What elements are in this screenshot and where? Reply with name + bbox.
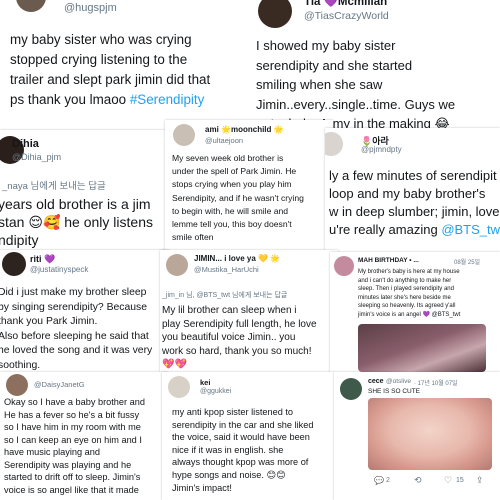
tweet-text: My brother's baby is here at my house an… — [358, 269, 461, 318]
user-handle[interactable]: @TiasCrazyWorld — [304, 10, 389, 22]
tweet-card-dihia[interactable]: Dihia @Dihia_pjm _naya 님에게 보내는 답글 years … — [0, 130, 172, 252]
user-name[interactable]: Tia 💜Mcmillan — [304, 0, 387, 8]
tweet-text-line-2: loop and my baby brother's — [329, 186, 486, 201]
tweet-card-justatinyspeck[interactable]: riti 💜 @justatinyspeck Did i just make m… — [0, 250, 170, 372]
like-count: 15 — [456, 477, 464, 484]
user-handle[interactable]: @Dihia_pjm — [12, 152, 61, 162]
tweet-text: My seven week old brother is under the s… — [172, 153, 304, 243]
tweet-text: Okay so I have a baby brother and He has… — [4, 397, 145, 495]
user-name[interactable]: ami 🌟moonchild 🌟 — [205, 125, 284, 134]
tweet-text-line-4-main: u're really amazing — [329, 222, 442, 237]
avatar[interactable] — [173, 124, 195, 146]
like-icon[interactable]: ♡ — [444, 475, 452, 486]
tweet-card-mah-birthday[interactable]: MAH BIRTHDAY • ... 08월 25일 My brother's … — [330, 252, 500, 376]
tweet-card-tiascrazyworld[interactable]: Tia 💜Mcmillan @TiasCrazyWorld I showed m… — [252, 0, 500, 130]
tweet-text: my anti kpop sister listened to serendip… — [172, 407, 314, 493]
tweet-card-daisyjanetg[interactable]: @DaisyJanetG Okay so I have a baby broth… — [0, 372, 168, 500]
tweet-text: My lil brother can sleep when i play Ser… — [162, 305, 317, 370]
user-handle[interactable]: @ggukkei — [200, 388, 231, 395]
tweet-date: · 17년 10월 07일 — [414, 381, 458, 387]
mention-link[interactable]: @BTS_twt — [441, 222, 500, 237]
tweet-card-otslive[interactable]: cece @otslive · 17년 10월 07일 SHE IS SO CU… — [334, 372, 500, 500]
avatar[interactable] — [2, 252, 26, 276]
tweet-date: 08월 25일 — [454, 260, 481, 266]
tweet-text-line-4: u're really amazing @BTS_twt — [329, 222, 500, 237]
user-handle[interactable]: @Mustika_HarUchi — [194, 265, 259, 274]
user-handle[interactable]: @otslive — [386, 378, 411, 385]
avatar[interactable] — [334, 256, 354, 276]
tweet-text-line-2: stan 😌🥰 he only listens — [0, 214, 153, 230]
user-handle[interactable]: @pjmndpty — [361, 145, 402, 154]
hashtag-link[interactable]: #Serendipity — [130, 92, 204, 107]
avatar[interactable] — [16, 0, 46, 12]
reply-icon[interactable]: 💬 — [374, 476, 384, 485]
tweet-card-ultaejoon[interactable]: ami 🌟moonchild 🌟 @ultaejoon My seven wee… — [165, 120, 333, 252]
tweet-photo[interactable] — [368, 398, 492, 470]
user-name[interactable]: kei — [200, 378, 210, 387]
tweet-text: my baby sister who was crying stopped cr… — [10, 30, 210, 110]
tweet-text: Did i just make my brother sleep by sing… — [0, 287, 153, 371]
reply-count: 2 — [386, 477, 390, 484]
user-handle[interactable]: @justatinyspeck — [30, 265, 88, 274]
avatar[interactable] — [166, 254, 188, 276]
avatar[interactable] — [340, 378, 362, 400]
tweet-text: I showed my baby sister serendipity and … — [256, 38, 456, 130]
tweet-card-pjmndpty[interactable]: 🌷아라 @pjmndpty ly a few minutes of serend… — [325, 128, 500, 252]
share-icon[interactable]: ⇪ — [476, 475, 484, 486]
user-handle[interactable]: @DaisyJanetG — [34, 380, 85, 389]
avatar[interactable] — [6, 374, 28, 396]
reply-tag: _jim_in 님, @BTS_twt 님에게 보내는 답글 — [162, 292, 288, 299]
user-name[interactable]: JIMIN... i love ya 💛 🌟 — [194, 254, 280, 263]
tweet-card-hugspjm[interactable]: @hugspjm my baby sister who was crying s… — [0, 0, 252, 120]
user-handle[interactable]: @ultaejoon — [205, 136, 243, 145]
reply-tag: _naya 님에게 보내는 답글 — [2, 181, 106, 192]
user-handle[interactable]: @hugspjm — [64, 2, 117, 14]
user-name[interactable]: MAH BIRTHDAY • ... — [358, 257, 419, 264]
tweet-text-line-1: ly a few minutes of serendipit — [329, 168, 497, 183]
user-name[interactable]: Dihia — [12, 138, 39, 150]
tweet-photo[interactable] — [358, 324, 486, 372]
avatar[interactable] — [325, 132, 343, 156]
avatar[interactable] — [258, 0, 292, 28]
tweet-card-mustika[interactable]: JIMIN... i love ya 💛 🌟 @Mustika_HarUchi … — [160, 250, 338, 372]
retweet-icon[interactable]: ⟲ — [414, 475, 422, 486]
user-name[interactable]: riti 💜 — [30, 254, 55, 265]
avatar[interactable] — [168, 376, 190, 398]
tweet-text-line-1: years old brother is a jim — [0, 196, 151, 212]
tweet-text-line-3: w in deep slumber; jimin, love, — [329, 204, 500, 219]
tweet-text-line-3: ndipity — [0, 232, 39, 248]
tweet-caption: SHE IS SO CUTE — [368, 388, 421, 395]
user-name[interactable]: cece — [368, 378, 384, 385]
tweet-card-ggukkei[interactable]: kei @ggukkei my anti kpop sister listene… — [162, 372, 334, 500]
